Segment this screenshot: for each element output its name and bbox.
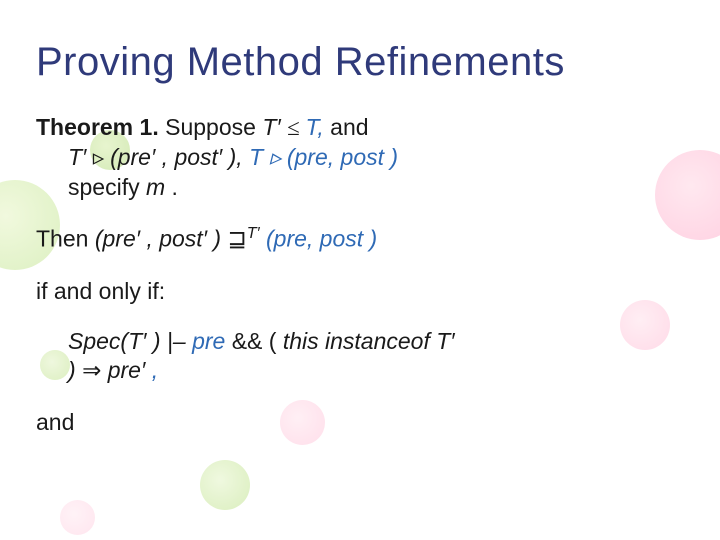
theorem-label: Theorem 1. [36,114,159,140]
specify-text: specify [68,174,146,200]
theorem-statement: Theorem 1. Suppose T′ ≤ T, and T′ ▹ (pre… [36,113,684,201]
implies-symbol: ⇒ [82,358,101,383]
slide-content: Proving Method Refinements Theorem 1. Su… [0,0,720,437]
close-paren: ) [68,357,82,383]
close-paren-comma: ), [229,144,249,170]
t-2: T [249,144,263,170]
spec-turnstile: ) |– [153,328,192,354]
post-prime-2: , post′ [146,226,207,252]
then-text: Then [36,226,95,252]
trailing-comma: , [152,357,158,383]
spec-pre: pre [192,328,225,354]
pre-prime-2: (pre′ [95,226,140,252]
iff-text: if and only if: [36,277,684,306]
t-prime-2: T′ [68,144,86,170]
slide-body: Theorem 1. Suppose T′ ≤ T, and T′ ▹ (pre… [36,113,684,437]
slide-title: Proving Method Refinements [36,40,684,85]
t-prime: T′ [262,114,280,140]
t-symbol: T, [305,114,323,140]
suppose-text: Suppose [165,114,262,140]
spec-open: Spec(T′ [68,328,146,354]
refine-symbol: ⊒ [227,227,246,252]
pre-prime-3: pre′ [108,357,146,383]
m-symbol: m [146,174,165,200]
refine-sup: T′ [247,224,260,242]
pre-post-2: (pre, post ) [266,226,377,252]
theorem-line3: specify m . [36,174,178,200]
period: . [172,174,178,200]
theorem-line2: T′ ▹ (pre′ , post′ ), T ▹ (pre, post ) [36,144,398,170]
pre-prime: (pre′ [110,144,155,170]
triangleright-1: ▹ [93,145,110,170]
spec-clause: Spec(T′ ) |– pre && ( this instanceof T′… [36,327,684,386]
and-final: and [36,408,684,437]
close-2: ) [213,226,227,252]
leq-symbol: ≤ [287,115,305,140]
then-clause: Then (pre′ , post′ ) ⊒T′ (pre, post ) [36,223,684,254]
and-text: and [330,114,368,140]
post-prime: , post′ [162,144,223,170]
this-instanceof: this instanceof [283,328,436,354]
pre-post: (pre, post ) [287,144,398,170]
triangleright-2: ▹ [270,145,287,170]
t-prime-3: T′ [436,328,454,354]
spec-and: && ( [232,328,277,354]
